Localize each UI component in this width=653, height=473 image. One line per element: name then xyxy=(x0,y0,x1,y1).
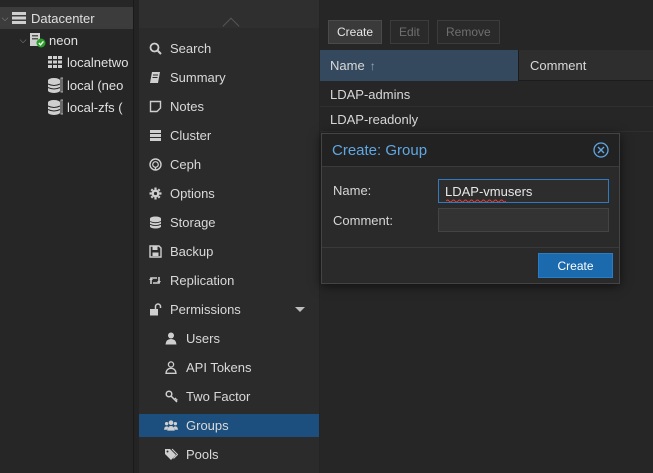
nav-item-options[interactable]: Options xyxy=(139,182,319,205)
grid-icon xyxy=(46,54,64,70)
nav-label: Notes xyxy=(170,99,204,114)
table-row[interactable]: LDAP-readonly xyxy=(320,107,653,132)
node-online-icon xyxy=(28,32,46,48)
user-icon xyxy=(164,332,178,346)
tree-label: localnetwo xyxy=(67,54,129,70)
nav-item-cluster[interactable]: Cluster xyxy=(139,124,319,147)
tree-label: local (neo xyxy=(67,77,124,93)
column-header-name[interactable]: Name ↑ xyxy=(320,50,519,81)
dialog-body: Name: Comment: xyxy=(322,168,619,248)
dialog-title: Create: Group xyxy=(332,141,428,159)
create-button[interactable]: Create xyxy=(328,20,383,44)
datacenter-icon xyxy=(10,10,28,26)
tree-item-node[interactable]: ⌵ neon xyxy=(18,29,78,51)
column-header-comment[interactable]: Comment xyxy=(520,50,653,81)
tree-item-localnetwork[interactable]: localnetwo xyxy=(46,51,128,73)
nav-label: Ceph xyxy=(170,157,202,172)
tree-item-local[interactable]: local (neo xyxy=(46,74,123,96)
nav-label: Storage xyxy=(170,215,216,230)
retweet-icon xyxy=(148,274,162,288)
remove-button[interactable]: Remove xyxy=(437,20,500,44)
toolbar: Create Edit Remove xyxy=(320,16,653,48)
note-icon xyxy=(148,100,162,114)
nav-scroll-top[interactable] xyxy=(139,0,319,35)
tree-label-datacenter: Datacenter xyxy=(31,10,95,26)
column-label: Comment xyxy=(530,58,587,73)
database-icon xyxy=(46,99,64,115)
dialog-create-button[interactable]: Create xyxy=(538,253,613,278)
nav-item-summary[interactable]: Summary xyxy=(139,66,319,89)
nav-item-search[interactable]: Search xyxy=(139,37,319,60)
column-label: Name xyxy=(330,58,365,73)
server-icon xyxy=(148,129,162,143)
nav-label: Replication xyxy=(170,273,235,288)
collapse-icon[interactable]: ⌵ xyxy=(0,13,10,24)
edit-button[interactable]: Edit xyxy=(390,20,429,44)
chevron-down-icon[interactable] xyxy=(295,307,305,312)
nav-item-api-tokens[interactable]: API Tokens xyxy=(139,356,319,379)
spellcheck-underline xyxy=(446,199,506,202)
chevron-up-icon xyxy=(222,17,240,35)
nav-item-notes[interactable]: Notes xyxy=(139,95,319,118)
nav-label: Summary xyxy=(170,70,226,85)
tags-icon xyxy=(164,448,178,462)
tree-label-node: neon xyxy=(49,32,78,48)
nav-label: Two Factor xyxy=(186,389,251,404)
table-row[interactable]: LDAP-admins xyxy=(320,82,653,107)
row-name: LDAP-readonly xyxy=(330,111,419,127)
tree-label: local-zfs ( xyxy=(67,99,123,115)
nav-item-permissions[interactable]: Permissions xyxy=(139,298,319,321)
sort-ascending-icon: ↑ xyxy=(369,58,376,73)
users-icon xyxy=(164,419,178,433)
nav-item-storage[interactable]: Storage xyxy=(139,211,319,234)
nav-label: Options xyxy=(170,186,215,201)
config-nav: Search Summary Notes Cluster Ceph Option… xyxy=(139,0,319,473)
database-icon xyxy=(148,216,162,230)
book-icon xyxy=(148,71,162,85)
nav-item-ceph[interactable]: Ceph xyxy=(139,153,319,176)
comment-label: Comment: xyxy=(333,213,393,228)
nav-label: Pools xyxy=(186,447,219,462)
nav-label: Permissions xyxy=(170,302,241,317)
nav-item-pools[interactable]: Pools xyxy=(139,443,319,466)
comment-field[interactable] xyxy=(438,208,609,232)
resource-tree: ⌵ Datacenter ⌵ neon localnetwo local (ne… xyxy=(0,0,134,473)
floppy-icon xyxy=(148,245,162,259)
nav-item-groups[interactable]: Groups xyxy=(139,414,319,437)
nav-label: Users xyxy=(186,331,220,346)
nav-label: API Tokens xyxy=(186,360,252,375)
create-group-dialog: Create: Group Name: Comment: Create xyxy=(321,133,620,284)
ceph-icon xyxy=(148,158,162,172)
dialog-header: Create: Group xyxy=(322,134,619,167)
nav-item-two-factor[interactable]: Two Factor xyxy=(139,385,319,408)
nav-item-users[interactable]: Users xyxy=(139,327,319,350)
nav-item-replication[interactable]: Replication xyxy=(139,269,319,292)
key-icon xyxy=(164,390,178,404)
close-icon[interactable] xyxy=(593,142,609,158)
nav-label: Groups xyxy=(186,418,229,433)
search-icon xyxy=(148,42,162,56)
name-label: Name: xyxy=(333,183,372,198)
grid-header: Name ↑ Comment xyxy=(320,50,653,81)
nav-label: Cluster xyxy=(170,128,212,143)
nav-item-backup[interactable]: Backup xyxy=(139,240,319,263)
row-name: LDAP-admins xyxy=(330,86,411,102)
tree-item-local-zfs[interactable]: local-zfs ( xyxy=(46,96,123,118)
user-outline-icon xyxy=(164,361,178,375)
nav-label: Search xyxy=(170,41,212,56)
unlock-icon xyxy=(148,303,162,317)
database-icon xyxy=(46,77,64,93)
nav-label: Backup xyxy=(170,244,214,259)
gear-icon xyxy=(148,187,162,201)
collapse-icon[interactable]: ⌵ xyxy=(18,35,28,46)
tree-item-datacenter[interactable]: ⌵ Datacenter xyxy=(0,7,133,29)
